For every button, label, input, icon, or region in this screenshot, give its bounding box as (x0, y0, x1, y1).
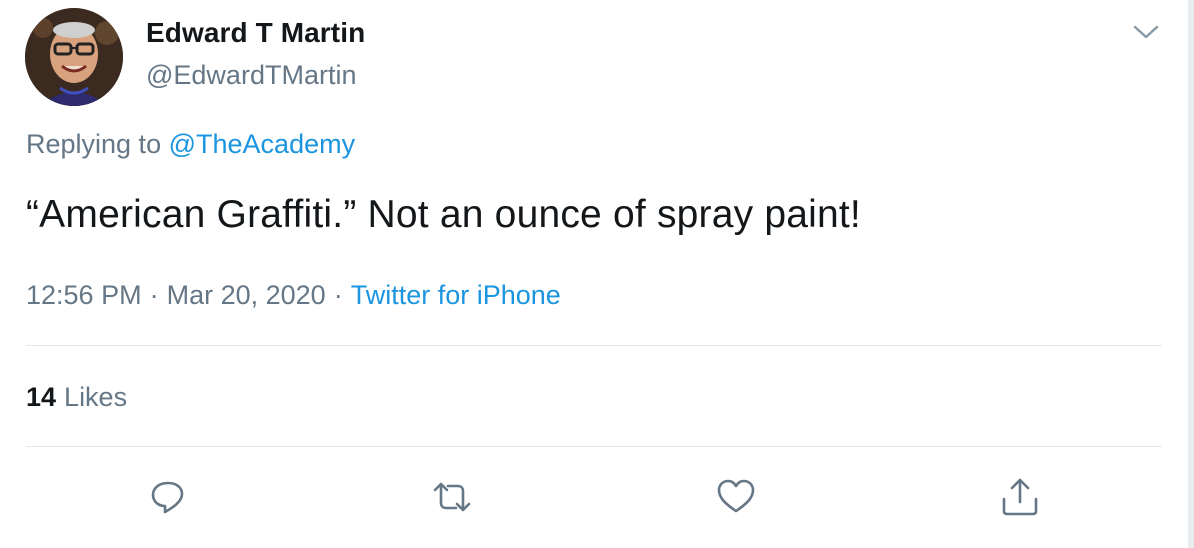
reply-icon (151, 481, 184, 514)
divider (26, 345, 1162, 346)
reply-target-link[interactable]: @TheAcademy (169, 129, 355, 159)
tweet-date[interactable]: Mar 20, 2020 (167, 280, 326, 310)
tweet-meta: 12:56 PM · Mar 20, 2020 · Twitter for iPhone (26, 280, 561, 311)
heart-icon (717, 479, 755, 513)
replying-to-label: Replying to (26, 129, 162, 159)
like-button[interactable] (714, 475, 758, 519)
likes-label: Likes (64, 382, 128, 412)
likes-count: 14 (26, 382, 57, 412)
avatar[interactable] (25, 8, 123, 106)
divider (26, 446, 1162, 447)
reply-button[interactable] (146, 475, 190, 519)
author-handle[interactable]: @EdwardTMartin (146, 60, 356, 91)
scrollbar-track[interactable] (1188, 0, 1194, 548)
likes-stat[interactable]: 14 Likes (26, 382, 127, 413)
replying-to: Replying to @TheAcademy (26, 129, 355, 160)
retweet-button[interactable] (430, 475, 474, 519)
share-button[interactable] (998, 475, 1042, 519)
retweet-icon (433, 482, 471, 512)
tweet-source-link[interactable]: Twitter for iPhone (351, 280, 561, 310)
tweet-card: Edward T Martin @EdwardTMartin Replying … (0, 0, 1194, 548)
meta-separator: · (149, 280, 159, 310)
chevron-down-icon[interactable] (1130, 20, 1162, 44)
share-icon (1002, 478, 1038, 516)
meta-separator: · (333, 280, 343, 310)
tweet-time[interactable]: 12:56 PM (26, 280, 142, 310)
author-display-name[interactable]: Edward T Martin (146, 17, 365, 49)
tweet-text: “American Graffiti.” Not an ounce of spr… (26, 193, 861, 236)
